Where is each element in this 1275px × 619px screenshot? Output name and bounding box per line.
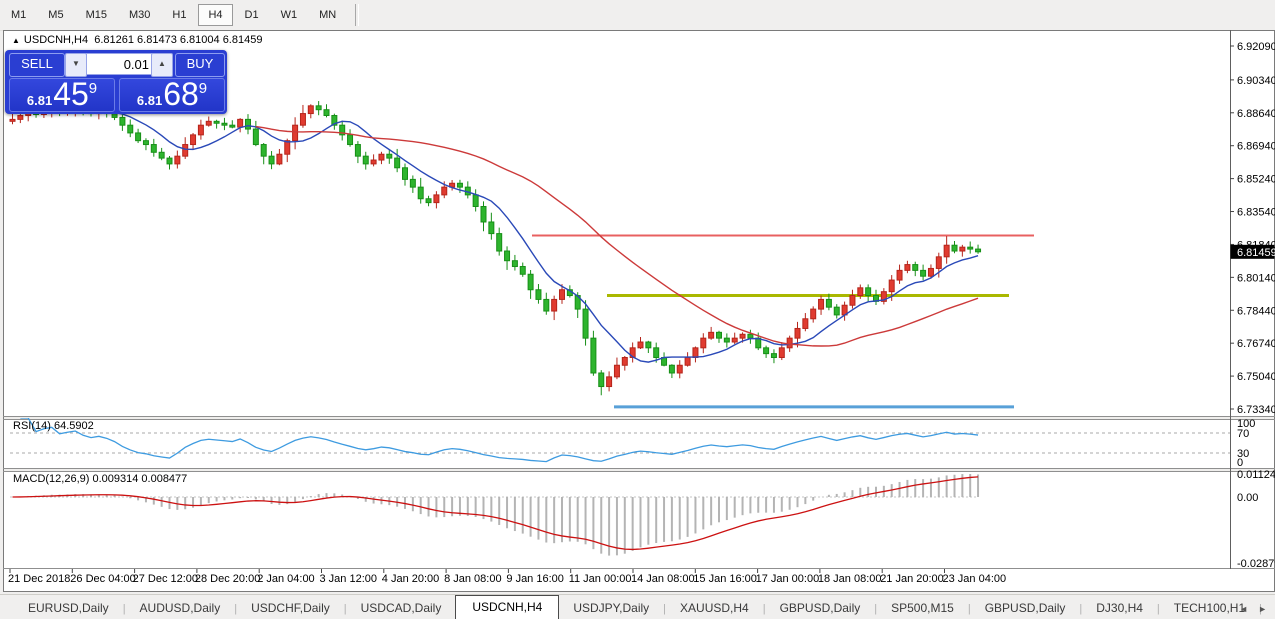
tab-scroll-arrows: ◄ ► [1239, 602, 1267, 616]
svg-text:0: 0 [1237, 457, 1243, 469]
svg-text:0.011242: 0.011242 [1237, 469, 1275, 481]
svg-text:6.85240: 6.85240 [1237, 174, 1275, 186]
timeframe-button-M30[interactable]: M30 [119, 4, 160, 26]
sell-price-pip: 9 [89, 80, 97, 97]
buy-price-display[interactable]: 6.81 68 9 [119, 78, 225, 112]
svg-text:6.73340: 6.73340 [1237, 404, 1275, 416]
tab-sp500-m15[interactable]: SP500,M15 [877, 597, 968, 619]
svg-text:11 Jan 00:00: 11 Jan 00:00 [569, 573, 632, 585]
volume-input[interactable] [86, 53, 154, 75]
tab-usdcnh-h4[interactable]: USDCNH,H4 [455, 595, 559, 619]
svg-text:26 Dec 04:00: 26 Dec 04:00 [70, 573, 135, 585]
tab-usdjpy-daily[interactable]: USDJPY,Daily [559, 597, 663, 619]
svg-text:6.80140: 6.80140 [1237, 272, 1275, 284]
svg-text:6.81459: 6.81459 [1237, 247, 1275, 259]
svg-text:3 Jan 12:00: 3 Jan 12:00 [320, 573, 378, 585]
svg-text:0.00: 0.00 [1237, 492, 1258, 504]
toolbar-divider [355, 4, 359, 26]
macd-indicator-label: MACD(12,26,9) 0.009314 0.008477 [13, 473, 187, 485]
title-marker-icon: ▲ [12, 36, 20, 45]
svg-text:70: 70 [1237, 428, 1249, 440]
current-price-tag: 6.81459 [1231, 245, 1275, 259]
svg-text:-0.028797: -0.028797 [1237, 558, 1275, 570]
tab-usdchf-daily[interactable]: USDCHF,Daily [237, 597, 344, 619]
chart-canvas[interactable]: 6.92090 6.90340 6.88640 6.86940 6.85240 6.835… [3, 30, 1275, 592]
sell-button[interactable]: SELL [9, 53, 65, 77]
sell-price-prefix: 6.81 [27, 93, 52, 108]
svg-text:21 Dec 2018: 21 Dec 2018 [8, 573, 70, 585]
svg-text:2 Jan 04:00: 2 Jan 04:00 [257, 573, 315, 585]
timeframe-button-M1[interactable]: M1 [1, 4, 36, 26]
svg-text:27 Dec 12:00: 27 Dec 12:00 [133, 573, 198, 585]
volume-decrease-button[interactable]: ▼ [65, 53, 87, 77]
svg-text:6.90340: 6.90340 [1237, 75, 1275, 87]
timeframe-button-H4[interactable]: H4 [198, 4, 232, 26]
one-click-trading-panel: SELL ▼ ▲ BUY 6.81 45 9 6.81 68 9 [5, 50, 227, 114]
svg-text:23 Jan 04:00: 23 Jan 04:00 [943, 573, 1007, 585]
tab-eurusd-daily[interactable]: EURUSD,Daily [14, 597, 123, 619]
svg-text:6.83540: 6.83540 [1237, 207, 1275, 219]
svg-text:6.92090: 6.92090 [1237, 41, 1275, 53]
svg-text:18 Jan 08:00: 18 Jan 08:00 [818, 573, 882, 585]
svg-text:21 Jan 20:00: 21 Jan 20:00 [880, 573, 944, 585]
buy-button[interactable]: BUY [175, 53, 225, 77]
svg-text:6.88640: 6.88640 [1237, 108, 1275, 120]
svg-text:15 Jan 16:00: 15 Jan 16:00 [693, 573, 757, 585]
chart-symbol: USDCNH,H4 [24, 34, 88, 46]
svg-text:4 Jan 20:00: 4 Jan 20:00 [382, 573, 440, 585]
timeframe-button-MN[interactable]: MN [309, 4, 346, 26]
timeframe-button-M15[interactable]: M15 [76, 4, 117, 26]
svg-text:6.75040: 6.75040 [1237, 371, 1275, 383]
tab-usdcad-daily[interactable]: USDCAD,Daily [347, 597, 456, 619]
svg-text:17 Jan 00:00: 17 Jan 00:00 [756, 573, 820, 585]
buy-price-big: 68 [163, 79, 199, 109]
svg-text:6.76740: 6.76740 [1237, 338, 1275, 350]
trading-platform: M1M5M15M30H1H4D1W1MN 6.92090 6.90340 6.886… [0, 0, 1275, 619]
timeframe-button-D1[interactable]: D1 [235, 4, 269, 26]
sell-price-display[interactable]: 6.81 45 9 [9, 78, 115, 112]
timeframe-button-W1[interactable]: W1 [271, 4, 308, 26]
chart-tab-bar: EURUSD,Daily|AUDUSD,Daily|USDCHF,Daily|U… [0, 594, 1275, 619]
svg-text:28 Dec 20:00: 28 Dec 20:00 [195, 573, 260, 585]
tab-gbpusd-daily[interactable]: GBPUSD,Daily [971, 597, 1080, 619]
tab-dj30-h4[interactable]: DJ30,H4 [1082, 597, 1157, 619]
chart-ohlc: 6.81261 6.81473 6.81004 6.81459 [94, 34, 262, 46]
timeframe-button-M5[interactable]: M5 [38, 4, 73, 26]
timeframe-toolbar: M1M5M15M30H1H4D1W1MN [0, 0, 1275, 31]
svg-text:6.86940: 6.86940 [1237, 141, 1275, 153]
sell-price-big: 45 [53, 79, 89, 109]
chart-tabs: EURUSD,Daily|AUDUSD,Daily|USDCHF,Daily|U… [0, 595, 1275, 619]
volume-increase-button[interactable]: ▲ [151, 53, 173, 77]
chart-title: ▲ USDCNH,H4 6.81261 6.81473 6.81004 6.814… [12, 34, 262, 46]
svg-text:6.78440: 6.78440 [1237, 305, 1275, 317]
svg-text:14 Jan 08:00: 14 Jan 08:00 [631, 573, 695, 585]
buy-price-pip: 9 [199, 80, 207, 97]
svg-text:8 Jan 08:00: 8 Jan 08:00 [444, 573, 502, 585]
rsi-indicator-label: RSI(14) 64.5902 [13, 420, 94, 432]
tab-scroll-left-icon[interactable]: ◄ [1239, 602, 1248, 616]
tab-scroll-right-icon[interactable]: ► [1258, 602, 1267, 616]
svg-text:9 Jan 16:00: 9 Jan 16:00 [506, 573, 564, 585]
tab-audusd-daily[interactable]: AUDUSD,Daily [126, 597, 235, 619]
chart-window: 6.92090 6.90340 6.88640 6.86940 6.85240 6.835… [3, 30, 1275, 592]
tab-gbpusd-daily[interactable]: GBPUSD,Daily [766, 597, 875, 619]
timeframe-buttons: M1M5M15M30H1H4D1W1MN [0, 4, 347, 26]
tab-xauusd-h4[interactable]: XAUUSD,H4 [666, 597, 763, 619]
buy-price-prefix: 6.81 [137, 93, 162, 108]
timeframe-button-H1[interactable]: H1 [162, 4, 196, 26]
